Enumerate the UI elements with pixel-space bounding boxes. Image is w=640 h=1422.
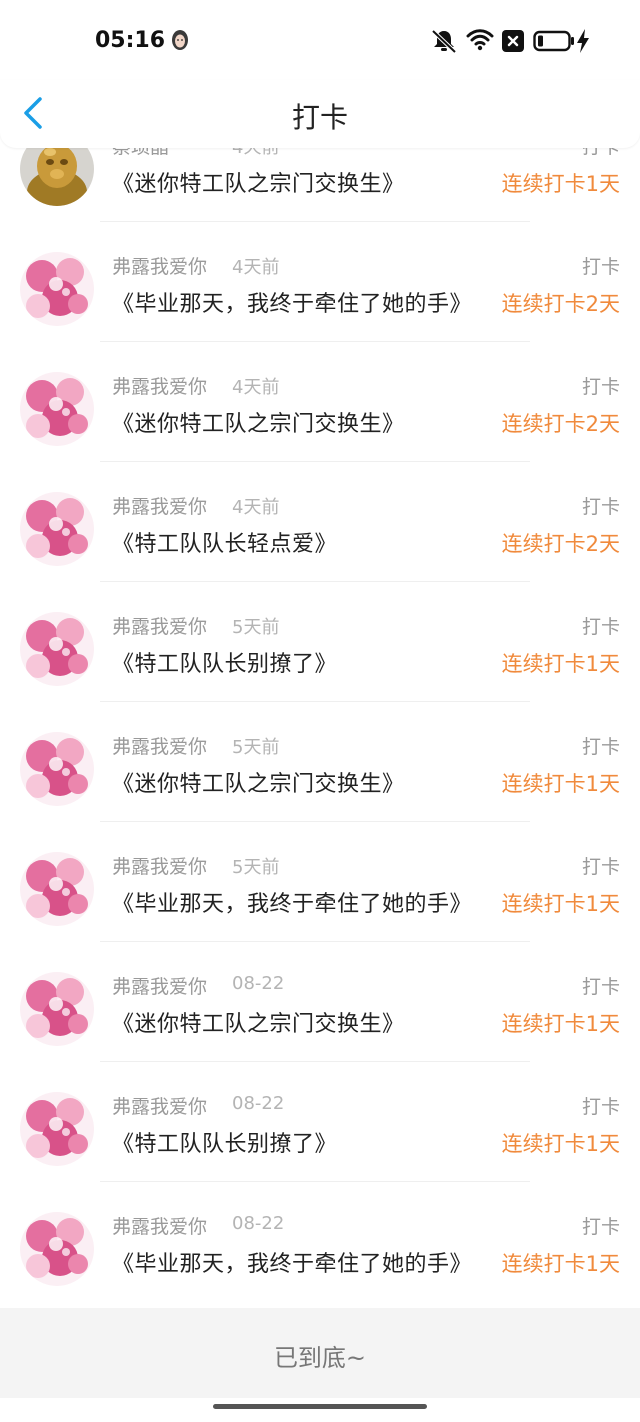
pink-anime-avatar[interactable] bbox=[20, 1212, 94, 1286]
nav-header: 打卡 bbox=[0, 80, 640, 148]
streak-label: 连续打卡1天 bbox=[501, 652, 620, 676]
username[interactable]: 弗露我爱你 bbox=[112, 492, 207, 519]
status-bar: 05:16 bbox=[0, 0, 640, 80]
timestamp: 5天前 bbox=[232, 617, 280, 638]
streak-label: 连续打卡1天 bbox=[501, 1132, 620, 1156]
pink-anime-avatar[interactable] bbox=[20, 492, 94, 566]
book-title[interactable]: 《毕业那天，我终于牵住了她的手》 bbox=[112, 1246, 472, 1278]
home-indicator[interactable] bbox=[213, 1404, 427, 1409]
checkin-tag: 打卡 bbox=[581, 976, 620, 998]
wifi-icon bbox=[466, 28, 494, 56]
list-item[interactable]: 弗露我爱你 08-22 打卡 《特工队队长别撩了》 连续打卡1天 bbox=[0, 1062, 640, 1182]
list-item[interactable]: 弗露我爱你 5天前 打卡 《迷你特工队之宗门交换生》 连续打卡1天 bbox=[0, 702, 640, 822]
username[interactable]: 弗露我爱你 bbox=[112, 972, 207, 999]
status-time: 05:16 bbox=[95, 28, 166, 53]
pink-anime-avatar[interactable] bbox=[20, 372, 94, 446]
list-end-footer: 已到底~ bbox=[0, 1308, 640, 1398]
username[interactable]: 弗露我爱你 bbox=[112, 1092, 207, 1119]
timestamp: 4天前 bbox=[232, 497, 280, 518]
battery-low-icon bbox=[533, 30, 575, 56]
close-box-icon bbox=[502, 30, 524, 56]
book-title[interactable]: 《特工队队长别撩了》 bbox=[112, 1126, 337, 1158]
timestamp: 5天前 bbox=[232, 737, 280, 758]
streak-label: 连续打卡1天 bbox=[501, 172, 620, 196]
timestamp: 08-22 bbox=[232, 1093, 285, 1114]
end-of-list-text: 已到底~ bbox=[273, 1344, 367, 1372]
pink-anime-avatar[interactable] bbox=[20, 972, 94, 1046]
list-item[interactable]: 弗露我爱你 4天前 打卡 《迷你特工队之宗门交换生》 连续打卡2天 bbox=[0, 342, 640, 462]
list-item[interactable]: 弗露我爱你 5天前 打卡 《特工队队长别撩了》 连续打卡1天 bbox=[0, 582, 640, 702]
bell-muted-icon bbox=[430, 28, 458, 58]
streak-label: 连续打卡1天 bbox=[501, 772, 620, 796]
pink-anime-avatar[interactable] bbox=[20, 1092, 94, 1166]
pink-anime-avatar[interactable] bbox=[20, 252, 94, 326]
streak-label: 连续打卡2天 bbox=[501, 532, 620, 556]
timestamp: 4天前 bbox=[232, 377, 280, 398]
streak-label: 连续打卡2天 bbox=[501, 292, 620, 316]
list-item[interactable]: 弗露我爱你 4天前 打卡 《毕业那天，我终于牵住了她的手》 连续打卡2天 bbox=[0, 222, 640, 342]
checkin-tag: 打卡 bbox=[581, 616, 620, 638]
checkin-tag: 打卡 bbox=[581, 256, 620, 278]
book-title[interactable]: 《毕业那天，我终于牵住了她的手》 bbox=[112, 886, 472, 918]
list-item[interactable]: 弗露我爱你 08-22 打卡 《迷你特工队之宗门交换生》 连续打卡1天 bbox=[0, 942, 640, 1062]
list-item[interactable]: 弗露我爱你 4天前 打卡 《特工队队长轻点爱》 连续打卡2天 bbox=[0, 462, 640, 582]
checkin-tag: 打卡 bbox=[581, 1096, 620, 1118]
checkin-tag: 打卡 bbox=[581, 736, 620, 758]
streak-label: 连续打卡2天 bbox=[501, 412, 620, 436]
book-title[interactable]: 《迷你特工队之宗门交换生》 bbox=[112, 766, 405, 798]
checkin-tag: 打卡 bbox=[581, 856, 620, 878]
book-title[interactable]: 《特工队队长轻点爱》 bbox=[112, 526, 337, 558]
username[interactable]: 弗露我爱你 bbox=[112, 372, 207, 399]
portrait-icon bbox=[170, 29, 190, 51]
book-title[interactable]: 《特工队队长别撩了》 bbox=[112, 646, 337, 678]
streak-label: 连续打卡1天 bbox=[501, 1012, 620, 1036]
username[interactable]: 弗露我爱你 bbox=[112, 252, 207, 279]
pink-anime-avatar[interactable] bbox=[20, 612, 94, 686]
timestamp: 08-22 bbox=[232, 973, 285, 994]
page-title: 打卡 bbox=[291, 101, 348, 134]
checkin-tag: 打卡 bbox=[581, 1216, 620, 1238]
streak-label: 连续打卡1天 bbox=[501, 1252, 620, 1276]
timestamp: 08-22 bbox=[232, 1213, 285, 1234]
list-item[interactable]: 弗露我爱你 08-22 打卡 《毕业那天，我终于牵住了她的手》 连续打卡1天 bbox=[0, 1182, 640, 1302]
charging-bolt-icon bbox=[576, 29, 590, 57]
pink-anime-avatar[interactable] bbox=[20, 732, 94, 806]
username[interactable]: 弗露我爱你 bbox=[112, 612, 207, 639]
book-title[interactable]: 《迷你特工队之宗门交换生》 bbox=[112, 166, 405, 198]
checkin-tag: 打卡 bbox=[581, 376, 620, 398]
book-title[interactable]: 《迷你特工队之宗门交换生》 bbox=[112, 1006, 405, 1038]
book-title[interactable]: 《毕业那天，我终于牵住了她的手》 bbox=[112, 286, 472, 318]
checkin-tag: 打卡 bbox=[581, 496, 620, 518]
pink-anime-avatar[interactable] bbox=[20, 852, 94, 926]
list-item[interactable]: 弗露我爱你 5天前 打卡 《毕业那天，我终于牵住了她的手》 连续打卡1天 bbox=[0, 822, 640, 942]
timestamp: 5天前 bbox=[232, 857, 280, 878]
streak-label: 连续打卡1天 bbox=[501, 892, 620, 916]
book-title[interactable]: 《迷你特工队之宗门交换生》 bbox=[112, 406, 405, 438]
username[interactable]: 弗露我爱你 bbox=[112, 732, 207, 759]
username[interactable]: 弗露我爱你 bbox=[112, 852, 207, 879]
username[interactable]: 弗露我爱你 bbox=[112, 1212, 207, 1239]
timestamp: 4天前 bbox=[232, 257, 280, 278]
